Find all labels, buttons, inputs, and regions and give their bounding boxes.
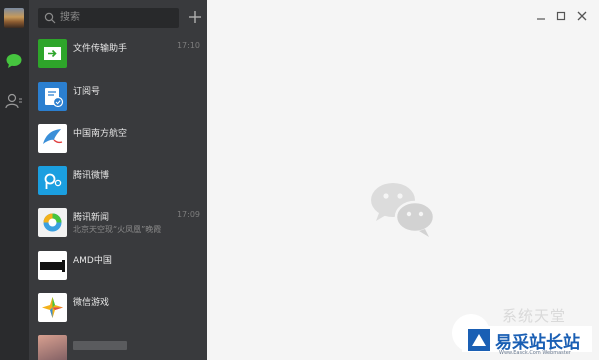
- blurred-name: [73, 341, 127, 350]
- list-item[interactable]: 腾讯新闻 17:09 北京天空现“火凤凰”晚霞: [29, 204, 207, 246]
- file-transfer-icon: [38, 39, 67, 68]
- conversation-name: 腾讯新闻: [73, 213, 110, 223]
- conversation-name: 文件传输助手: [73, 44, 128, 54]
- list-item[interactable]: 订阅号: [29, 78, 207, 120]
- watermark-url: Www.Easck.Com Webmaster: [499, 350, 571, 356]
- list-item[interactable]: 微信游戏: [29, 289, 207, 331]
- search-box[interactable]: 搜索: [38, 8, 179, 28]
- subscription-icon: [38, 82, 67, 111]
- close-icon[interactable]: [575, 9, 589, 23]
- weibo-icon: [38, 166, 67, 195]
- list-item[interactable]: 腾讯微博: [29, 162, 207, 204]
- conversation-list: 搜索 文件传输助手 17:10 订阅号 中国南方航空 腾讯微博 腾讯新闻 17:…: [29, 0, 207, 360]
- news-icon: [38, 208, 67, 237]
- conversation-name: 腾讯微博: [73, 171, 110, 181]
- list-item[interactable]: [29, 331, 207, 360]
- nav-rail: [0, 0, 29, 360]
- search-icon: [44, 12, 56, 24]
- list-item[interactable]: 中国南方航空: [29, 120, 207, 162]
- conversation-name: 微信游戏: [73, 298, 110, 308]
- conversation-name: 中国南方航空: [73, 129, 128, 139]
- list-item[interactable]: AMD中国: [29, 247, 207, 289]
- contact-avatar: [38, 335, 67, 360]
- conversation-time: 17:10: [176, 41, 200, 50]
- maximize-icon[interactable]: [554, 9, 568, 23]
- conversation-name: AMD中国: [73, 256, 112, 266]
- contacts-icon[interactable]: [5, 92, 23, 110]
- minimize-icon[interactable]: [534, 9, 548, 23]
- conversation-preview: 北京天空现“火凤凰”晚霞: [73, 225, 162, 234]
- watermark-logo-icon: [468, 329, 490, 351]
- conversation-time: 17:09: [176, 210, 200, 219]
- game-icon: [38, 293, 67, 322]
- chat-icon[interactable]: [5, 52, 23, 70]
- amd-logo-icon: [38, 251, 67, 280]
- search-input[interactable]: 搜索: [60, 8, 80, 28]
- watermark-top-text: 系统天堂: [502, 307, 567, 325]
- avatar[interactable]: [4, 8, 24, 28]
- conversation-name: 订阅号: [73, 87, 101, 97]
- add-button[interactable]: [185, 6, 205, 28]
- wechat-logo-icon: [371, 183, 436, 237]
- airline-logo-icon: [38, 124, 67, 153]
- list-item[interactable]: 文件传输助手 17:10: [29, 35, 207, 77]
